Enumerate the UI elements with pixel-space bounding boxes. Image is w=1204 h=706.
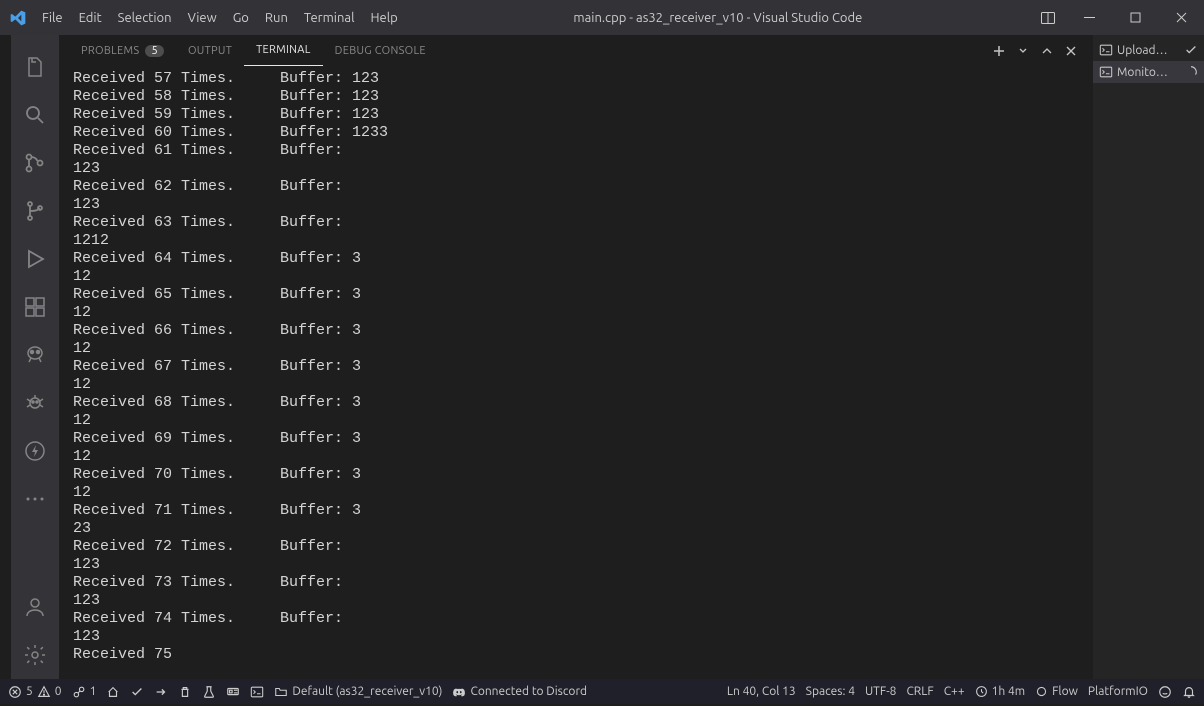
warning-icon (37, 685, 51, 699)
status-lang[interactable]: C++ (944, 685, 965, 698)
split-terminal-dropdown-icon[interactable] (1012, 40, 1034, 62)
status-clean-icon[interactable] (178, 685, 192, 699)
bolt-icon[interactable] (11, 427, 59, 475)
bug-icon[interactable] (11, 379, 59, 427)
task-label: Monito… (1117, 66, 1180, 79)
new-terminal-icon[interactable] (988, 40, 1010, 62)
circle-icon (1035, 685, 1048, 698)
ports-icon (72, 685, 86, 699)
task-monitor[interactable]: Monito… (1093, 61, 1204, 83)
source-control-icon[interactable] (11, 139, 59, 187)
tab-problems-label: PROBLEMS (81, 45, 139, 57)
check-icon (1184, 43, 1198, 57)
menu-selection[interactable]: Selection (110, 11, 180, 25)
warning-count: 0 (55, 685, 62, 698)
terminal-icon (1099, 65, 1113, 79)
status-discord[interactable]: Connected to Discord (452, 685, 587, 699)
tab-output[interactable]: OUTPUT (176, 35, 244, 66)
vscode-icon (10, 10, 26, 26)
status-bell-icon[interactable] (1182, 685, 1196, 699)
task-upload[interactable]: Upload… (1093, 39, 1204, 61)
error-count: 5 (26, 685, 33, 698)
menu-bar: File Edit Selection View Go Run Terminal… (34, 11, 406, 25)
status-build-icon[interactable] (130, 685, 144, 699)
settings-gear-icon[interactable] (11, 631, 59, 679)
layout-toggle-icon[interactable] (1030, 0, 1066, 35)
maximize-panel-icon[interactable] (1036, 40, 1058, 62)
terminal-output[interactable]: Received 57 Times. Buffer: 123 Received … (59, 66, 1092, 679)
status-test-icon[interactable] (202, 685, 216, 699)
task-label: Upload… (1117, 44, 1180, 57)
folder-icon (274, 685, 288, 699)
terminal-icon (1099, 43, 1113, 57)
status-encoding[interactable]: UTF-8 (865, 685, 896, 698)
discord-icon (452, 685, 466, 699)
status-time[interactable]: 1h 4m (975, 685, 1026, 698)
menu-view[interactable]: View (180, 11, 225, 25)
tab-terminal[interactable]: TERMINAL (244, 35, 323, 66)
platformio-alien-icon[interactable] (11, 331, 59, 379)
account-icon[interactable] (11, 583, 59, 631)
close-panel-icon[interactable] (1060, 40, 1082, 62)
close-button[interactable] (1158, 0, 1204, 35)
window-title: main.cpp - as32_receiver_v10 - Visual St… (406, 11, 1030, 25)
status-feedback-icon[interactable] (1158, 685, 1172, 699)
status-errors[interactable]: 5 0 (8, 685, 62, 699)
more-icon[interactable] (11, 475, 59, 523)
menu-go[interactable]: Go (225, 11, 257, 25)
menu-run[interactable]: Run (257, 11, 296, 25)
clock-icon (975, 685, 988, 698)
menu-edit[interactable]: Edit (71, 11, 110, 25)
status-cursor[interactable]: Ln 40, Col 13 (727, 685, 796, 698)
titlebar: File Edit Selection View Go Run Terminal… (0, 0, 1204, 35)
status-upload-icon[interactable] (154, 685, 168, 699)
menu-terminal[interactable]: Terminal (296, 11, 363, 25)
panel-actions (988, 40, 1082, 62)
run-debug-icon[interactable] (11, 235, 59, 283)
time-label: 1h 4m (992, 685, 1026, 698)
status-bar: 5 0 1 Default (as32_receiver_v10) Connec… (0, 679, 1204, 704)
maximize-button[interactable] (1112, 0, 1158, 35)
panel-area: PROBLEMS 5 OUTPUT TERMINAL DEBUG CONSOLE (59, 35, 1092, 679)
main-area: PROBLEMS 5 OUTPUT TERMINAL DEBUG CONSOLE (0, 35, 1204, 679)
problems-badge: 5 (145, 45, 164, 57)
menu-help[interactable]: Help (362, 11, 405, 25)
search-icon[interactable] (11, 91, 59, 139)
status-spaces[interactable]: Spaces: 4 (806, 685, 855, 698)
minimize-button[interactable] (1066, 0, 1112, 35)
discord-label: Connected to Discord (470, 685, 587, 698)
status-platform[interactable]: PlatformIO (1088, 685, 1148, 698)
status-terminal-icon[interactable] (250, 685, 264, 699)
window-controls (1066, 0, 1204, 35)
tab-debug-console[interactable]: DEBUG CONSOLE (323, 35, 438, 66)
env-label: Default (as32_receiver_v10) (292, 685, 442, 698)
error-icon (8, 685, 22, 699)
branch-icon[interactable] (11, 187, 59, 235)
extensions-icon[interactable] (11, 283, 59, 331)
loading-icon (1184, 65, 1198, 79)
panel-tabs: PROBLEMS 5 OUTPUT TERMINAL DEBUG CONSOLE (59, 35, 1092, 66)
tab-problems[interactable]: PROBLEMS 5 (69, 35, 176, 66)
explorer-icon[interactable] (11, 43, 59, 91)
status-serial-icon[interactable] (226, 685, 240, 699)
status-home-icon[interactable] (106, 685, 120, 699)
status-eol[interactable]: CRLF (906, 685, 933, 698)
terminal-sidebar: Upload… Monito… (1092, 35, 1204, 679)
status-env[interactable]: Default (as32_receiver_v10) (274, 685, 442, 699)
left-sliver (0, 35, 11, 679)
menu-file[interactable]: File (34, 11, 71, 25)
activity-bar (11, 35, 59, 679)
status-flow[interactable]: Flow (1035, 685, 1078, 698)
flow-label: Flow (1052, 685, 1078, 698)
ports-count: 1 (90, 685, 97, 698)
status-ports[interactable]: 1 (72, 685, 97, 699)
